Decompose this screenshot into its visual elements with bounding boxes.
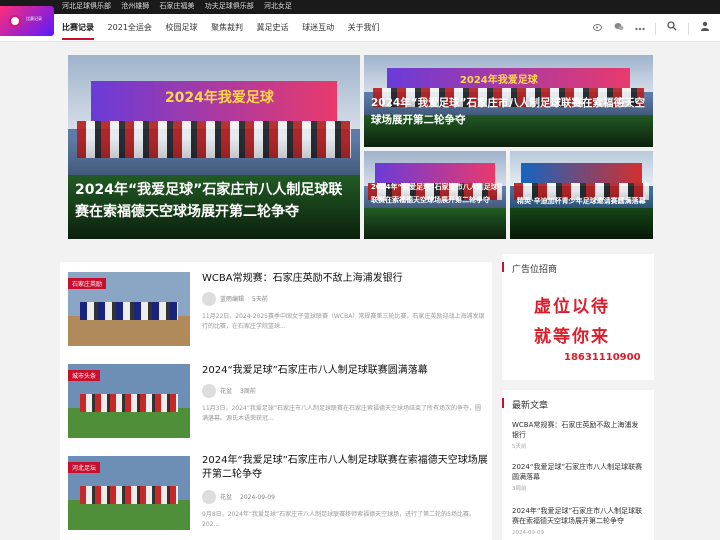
ad-line-1[interactable]: 虚位以待 <box>534 292 610 317</box>
article-time: 3周前 <box>240 387 256 395</box>
site-logo[interactable]: 比赛记录 <box>0 6 54 36</box>
article-card[interactable]: 河北足坛 2024年“我爱足球”石家庄市八人制足球联赛在索福德天空球场展开第二轮… <box>60 446 492 540</box>
top-links: 河北足球俱乐部 沧州雄狮 石家庄福美 功夫足球俱乐部 河北女足 <box>62 1 300 11</box>
nav-item-about[interactable]: 关于我们 <box>348 23 380 32</box>
article-card[interactable]: 城市头条 2024“我爱足球”石家庄市八人制足球联赛圆满落幕 花盆 3周前 11月… <box>60 354 492 446</box>
article-excerpt: 11月3日，2024“我爱足球”石家庄市八人制足球联赛在石家庄索福德天空球场结束… <box>202 405 481 422</box>
banner-text: 2024年我爱足球 <box>459 74 538 86</box>
top-bar: 河北足球俱乐部 沧州雄狮 石家庄福美 功夫足球俱乐部 河北女足 <box>0 0 720 14</box>
article-meta: 花盆 2024-09-09 <box>202 490 283 504</box>
article-excerpt: 11月22日，2024-2025赛季中国女子篮球联赛（WCBA）常规赛第三轮比赛… <box>202 313 485 330</box>
category-tag[interactable]: 石家庄英励 <box>68 278 107 289</box>
banner-text: 2024年我爱足球 <box>164 89 274 106</box>
avatar <box>202 384 216 398</box>
nav-item-campus-football[interactable]: 校园足球 <box>165 23 197 32</box>
latest-item[interactable]: WCBA常规赛：石家庄英励不敌上海浦发银行 5天前 <box>512 420 644 452</box>
main-nav: 比赛记录 2021全运会 校园足球 聚焦裁判 冀足史话 球迷互动 关于我们 <box>0 14 720 42</box>
category-tag[interactable]: 城市头条 <box>68 370 101 381</box>
latest-item-date: 2024-09-09 <box>512 530 544 536</box>
article-time: 2024-09-09 <box>240 493 275 501</box>
article-excerpt: 9月8日，2024年“我爱足球”石家庄市八人制足球联赛移师索福德天空球场，进行了… <box>202 511 475 528</box>
article-thumbnail[interactable]: 城市头条 <box>68 364 190 438</box>
latest-articles-widget: 最新文章 WCBA常规赛：石家庄英励不敌上海浦发银行 5天前 2024“我爱足球… <box>501 390 654 540</box>
hero-bottom-left[interactable]: 2024年“我爱足球”石家庄市八人制足球联赛在索福德天空球场展开第二轮争夺 <box>364 151 506 239</box>
ad-widget: 广告位招商 虚位以待 就等你来 18631110900 <box>501 254 654 380</box>
hero-main-title[interactable]: 2024年“我爱足球”石家庄市八人制足球联赛在索福德天空球场展开第二轮争夺 <box>75 179 355 223</box>
hero-top-right-title[interactable]: 2024年“我爱足球”石家庄市八人制足球联赛在索福德天空球场展开第二轮争夺 <box>371 95 649 129</box>
latest-item-title[interactable]: 2024“我爱足球”石家庄市八人制足球联赛圆满落幕 <box>512 463 642 481</box>
nav-item-fans[interactable]: 球迷互动 <box>302 23 334 32</box>
article-title[interactable]: WCBA常规赛：石家庄英励不敌上海浦发银行 <box>202 272 488 286</box>
top-link[interactable]: 石家庄福美 <box>159 2 194 10</box>
article-author[interactable]: 花盆 <box>220 494 232 501</box>
top-link[interactable]: 功夫足球俱乐部 <box>205 2 254 10</box>
nav-divider <box>655 22 657 35</box>
article-meta: 蓝雨编辑 5天前 <box>202 292 276 306</box>
latest-item-date: 5天前 <box>512 444 527 450</box>
hero-top-right[interactable]: 2024年我爱足球 2024年“我爱足球”石家庄市八人制足球联赛在索福德天空球场… <box>364 55 653 147</box>
hero-bottom-right-title[interactable]: 精英·辛迪加杯青少年足球邀请赛圆满落幕 <box>517 195 647 208</box>
logo-text: 比赛记录 <box>26 16 42 21</box>
article-title[interactable]: 2024“我爱足球”石家庄市八人制足球联赛圆满落幕 <box>202 364 488 378</box>
nav-item-history[interactable]: 冀足史话 <box>257 23 289 32</box>
avatar <box>202 490 216 504</box>
nav-divider <box>688 22 690 35</box>
latest-item-title[interactable]: WCBA常规赛：石家庄英励不敌上海浦发银行 <box>512 421 638 439</box>
search-icon[interactable] <box>667 21 677 34</box>
more-icon[interactable] <box>634 24 645 34</box>
top-link[interactable]: 河北女足 <box>264 2 292 10</box>
wechat-icon[interactable] <box>614 22 624 34</box>
article-thumbnail[interactable]: 石家庄英励 <box>68 272 190 346</box>
latest-item[interactable]: 2024“我爱足球”石家庄市八人制足球联赛圆满落幕 3周前 <box>512 462 644 494</box>
article-title[interactable]: 2024年“我爱足球”石家庄市八人制足球联赛在索福德天空球场展开第二轮争夺 <box>202 454 488 482</box>
nav-item-match-records[interactable]: 比赛记录 <box>62 23 94 40</box>
avatar <box>202 292 216 306</box>
ad-line-2[interactable]: 就等你来 <box>534 322 610 347</box>
hero-bottom-right[interactable]: 精英·辛迪加杯青少年足球邀请赛圆满落幕 <box>510 151 653 239</box>
article-author[interactable]: 蓝雨编辑 <box>220 296 244 303</box>
ad-heading: 广告位招商 <box>501 262 557 275</box>
article-time: 5天前 <box>252 295 268 303</box>
article-meta: 花盆 3周前 <box>202 384 264 398</box>
ad-phone[interactable]: 18631110900 <box>564 352 641 363</box>
article-thumbnail[interactable]: 河北足坛 <box>68 456 190 530</box>
nav-item-referees[interactable]: 聚焦裁判 <box>211 23 243 32</box>
latest-item-title[interactable]: 2024年“我爱足球”石家庄市八人制足球联赛在索福德天空球场展开第二轮争夺 <box>512 507 642 525</box>
top-link[interactable]: 沧州雄狮 <box>121 2 149 10</box>
article-author[interactable]: 花盆 <box>220 388 232 395</box>
article-card[interactable]: 石家庄英励 WCBA常规赛：石家庄英励不敌上海浦发银行 蓝雨编辑 5天前 11月2… <box>60 262 492 354</box>
latest-item[interactable]: 2024年“我爱足球”石家庄市八人制足球联赛在索福德天空球场展开第二轮争夺 20… <box>512 506 644 538</box>
latest-item-date: 3周前 <box>512 486 527 492</box>
hero-main[interactable]: 2024年我爱足球 2024年“我爱足球”石家庄市八人制足球联赛在索福德天空球场… <box>68 55 360 239</box>
category-tag[interactable]: 河北足坛 <box>68 462 101 473</box>
weibo-icon[interactable] <box>592 22 603 34</box>
top-link[interactable]: 河北足球俱乐部 <box>62 2 111 10</box>
latest-heading: 最新文章 <box>501 398 548 411</box>
hero-bottom-left-title[interactable]: 2024年“我爱足球”石家庄市八人制足球联赛在索福德天空球场展开第二轮争夺 <box>371 181 501 207</box>
user-icon[interactable] <box>700 21 710 34</box>
football-icon <box>9 15 21 27</box>
nav-item-national-games[interactable]: 2021全运会 <box>108 23 152 32</box>
